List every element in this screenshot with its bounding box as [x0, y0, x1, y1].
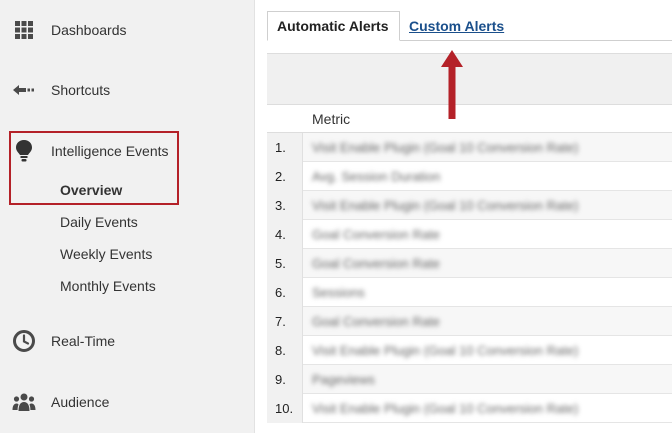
row-number: 2.: [267, 162, 303, 191]
row-metric: Visit Enable Plugin (Goal 10 Conversion …: [312, 401, 579, 416]
nav-item-shortcuts[interactable]: Shortcuts: [0, 72, 255, 108]
tab-automatic-alerts[interactable]: Automatic Alerts: [267, 11, 400, 41]
nav-item-dashboards[interactable]: Dashboards: [0, 12, 255, 48]
row-number: 9.: [267, 365, 303, 394]
nav-item-real-time[interactable]: Real-Time: [0, 323, 255, 359]
clock-icon: [12, 329, 36, 353]
row-metric: Goal Conversion Rate: [312, 227, 440, 242]
table-header: Metric: [267, 106, 672, 133]
people-icon: [12, 390, 36, 414]
table-row[interactable]: 9. Pageviews: [267, 365, 672, 394]
subnav-daily-events[interactable]: Daily Events: [60, 214, 138, 230]
row-metric: Sessions: [312, 285, 365, 300]
row-number: 4.: [267, 220, 303, 249]
table-row[interactable]: 7. Goal Conversion Rate: [267, 307, 672, 336]
row-number: 5.: [267, 249, 303, 278]
table-row[interactable]: 10. Visit Enable Plugin (Goal 10 Conversi…: [267, 394, 672, 423]
lightbulb-icon: [12, 139, 36, 163]
subnav-overview[interactable]: Overview: [60, 182, 122, 198]
table-body: 1. Visit Enable Plugin (Goal 10 Conversio…: [267, 133, 672, 423]
row-number: 8.: [267, 336, 303, 365]
grid-icon: [12, 18, 36, 42]
table-row[interactable]: 6. Sessions: [267, 278, 672, 307]
row-number: 10.: [267, 394, 303, 423]
nav-item-audience[interactable]: Audience: [0, 384, 255, 420]
nav-label-intelligence-events: Intelligence Events: [51, 143, 169, 159]
row-metric: Goal Conversion Rate: [312, 256, 440, 271]
table-row[interactable]: 8. Visit Enable Plugin (Goal 10 Conversio…: [267, 336, 672, 365]
main-panel: Automatic Alerts Custom Alerts Metric 1.…: [255, 0, 672, 433]
nav-label-dashboards: Dashboards: [51, 22, 127, 38]
tab-custom-alerts[interactable]: Custom Alerts: [400, 11, 513, 41]
row-number: 3.: [267, 191, 303, 220]
tab-bar: Automatic Alerts Custom Alerts: [255, 0, 672, 41]
nav-item-intelligence-events[interactable]: Intelligence Events: [0, 133, 255, 169]
row-metric: Visit Enable Plugin (Goal 10 Conversion …: [312, 140, 579, 155]
row-metric: Pageviews: [312, 372, 375, 387]
table-row[interactable]: 2. Avg. Session Duration: [267, 162, 672, 191]
arrow-left-icon: [12, 78, 36, 102]
nav-label-real-time: Real-Time: [51, 333, 116, 349]
row-number: 1.: [267, 133, 303, 162]
table-row[interactable]: 1. Visit Enable Plugin (Goal 10 Conversio…: [267, 133, 672, 162]
table-row[interactable]: 3. Visit Enable Plugin (Goal 10 Conversio…: [267, 191, 672, 220]
subnav-monthly-events[interactable]: Monthly Events: [60, 278, 156, 294]
alerts-table: Metric 1. Visit Enable Plugin (Goal 10 Co…: [267, 106, 672, 423]
table-row[interactable]: 5. Goal Conversion Rate: [267, 249, 672, 278]
row-metric: Goal Conversion Rate: [312, 314, 440, 329]
row-metric: Avg. Session Duration: [312, 169, 441, 184]
sidebar: Dashboards Shortcuts Intelligence Events…: [0, 0, 255, 433]
table-row[interactable]: 4. Goal Conversion Rate: [267, 220, 672, 249]
table-toolbar: [267, 53, 672, 105]
nav-label-shortcuts: Shortcuts: [51, 82, 111, 98]
row-number: 6.: [267, 278, 303, 307]
row-metric: Visit Enable Plugin (Goal 10 Conversion …: [312, 198, 579, 213]
column-header-metric: Metric: [312, 111, 351, 127]
subnav-weekly-events[interactable]: Weekly Events: [60, 246, 152, 262]
row-number: 7.: [267, 307, 303, 336]
row-metric: Visit Enable Plugin (Goal 10 Conversion …: [312, 343, 579, 358]
nav-label-audience: Audience: [51, 394, 110, 410]
